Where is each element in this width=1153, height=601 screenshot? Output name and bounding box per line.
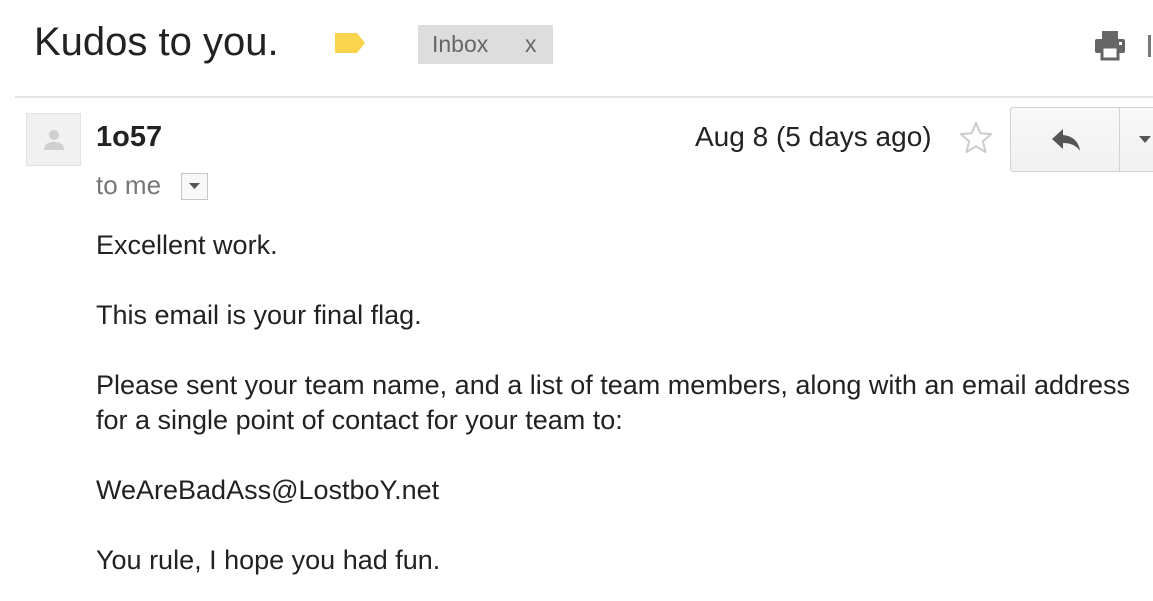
body-paragraph: This email is your final flag. — [96, 300, 422, 330]
body-paragraph: WeAreBadAss@LostboY.net — [96, 475, 440, 505]
body-paragraph: Excellent work. — [96, 230, 278, 260]
more-actions-button[interactable] — [1119, 107, 1153, 172]
person-icon — [44, 130, 64, 150]
message-body: Excellent work. This email is your final… — [96, 228, 1136, 601]
body-paragraph: Please sent your team name, and a list o… — [96, 370, 1131, 435]
label-tag-icon[interactable] — [333, 31, 367, 55]
header-divider — [15, 96, 1153, 98]
body-paragraph: You rule, I hope you had fun. — [96, 545, 441, 575]
new-window-icon[interactable] — [1145, 29, 1153, 61]
reply-button[interactable] — [1010, 107, 1120, 172]
avatar — [26, 113, 81, 166]
print-icon[interactable] — [1093, 29, 1127, 61]
chevron-down-icon — [1139, 136, 1151, 143]
show-details-button[interactable] — [181, 173, 208, 200]
star-icon[interactable] — [958, 120, 994, 156]
email-view: Kudos to you. Inbox x 1o57 to me Aug 8 (… — [0, 0, 1153, 601]
remove-label-button[interactable]: x — [525, 31, 537, 58]
reply-icon — [1052, 129, 1080, 151]
recipient-text: to me — [96, 170, 162, 200]
dropdown-arrow-icon — [189, 183, 200, 189]
message-timestamp: Aug 8 (5 days ago) — [695, 121, 932, 152]
email-subject: Kudos to you. — [34, 20, 279, 64]
inbox-label-chip: Inbox x — [418, 25, 553, 64]
inbox-label-text: Inbox — [432, 31, 489, 57]
sender-name[interactable]: 1o57 — [96, 121, 162, 154]
